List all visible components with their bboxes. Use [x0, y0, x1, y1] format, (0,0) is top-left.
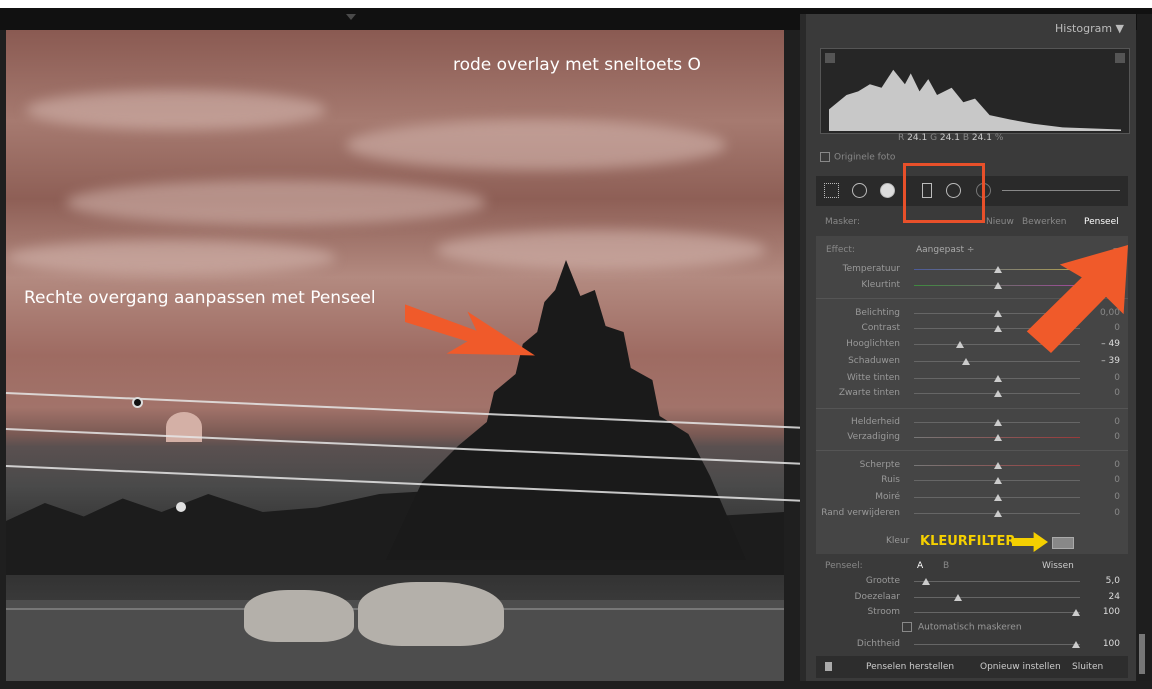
slider-stroom[interactable]: Stroom 100	[816, 607, 1128, 619]
color-swatch[interactable]	[1052, 537, 1074, 549]
color-filter-annotation: KLEURFILTER	[920, 534, 1016, 549]
mask-new-button[interactable]: Nieuw	[986, 217, 1014, 227]
photo-canvas[interactable]	[6, 30, 784, 681]
checkbox-icon[interactable]	[820, 152, 830, 162]
slider-dichtheid[interactable]: Dichtheid 100	[816, 639, 1128, 651]
slider-knob[interactable]	[1072, 641, 1080, 648]
close-button[interactable]: Sluiten	[1072, 662, 1103, 672]
slider-verzadiging[interactable]: Verzadiging 0	[816, 432, 1128, 444]
panel-scrollbar[interactable]	[1137, 14, 1152, 681]
auto-mask-toggle[interactable]: Automatisch maskeren	[902, 622, 1022, 633]
slider-knob[interactable]	[994, 390, 1002, 397]
slider-contrast[interactable]: Contrast 0	[816, 323, 1128, 335]
slider-knob[interactable]	[994, 325, 1002, 332]
slider-track[interactable]	[914, 612, 1080, 613]
slider-knob[interactable]	[956, 341, 964, 348]
highlight-clip-icon[interactable]	[1115, 53, 1125, 63]
slider-hooglichten[interactable]: Hooglichten – 49	[816, 339, 1128, 351]
cloud	[66, 180, 486, 225]
slider-moire[interactable]: Moiré 0	[816, 492, 1128, 504]
slider-schaduwen[interactable]: Schaduwen – 39	[816, 356, 1128, 368]
histogram-title[interactable]: Histogram ▼	[1055, 22, 1124, 35]
slider-knob[interactable]	[994, 494, 1002, 501]
slider-scherpte[interactable]: Scherpte 0	[816, 460, 1128, 472]
tool-strip-line	[1002, 190, 1120, 191]
divider	[816, 408, 1128, 409]
cow	[244, 590, 354, 642]
histogram	[820, 48, 1130, 134]
histogram-graph	[829, 69, 1121, 131]
slider-knob[interactable]	[994, 282, 1002, 289]
reset-brushes-button[interactable]: Penselen herstellen	[866, 662, 954, 672]
original-photo-toggle[interactable]: Originele foto	[820, 152, 895, 163]
slider-knob[interactable]	[994, 419, 1002, 426]
effect-dropdown[interactable]: Aangepast ÷	[916, 245, 974, 255]
slider-knob[interactable]	[962, 358, 970, 365]
gradient-pin[interactable]	[132, 397, 143, 408]
slider-track[interactable]	[914, 361, 1080, 362]
slider-track[interactable]	[914, 644, 1080, 645]
crop-grid-icon[interactable]	[824, 183, 839, 198]
slider-knob[interactable]	[994, 310, 1002, 317]
divider	[816, 450, 1128, 451]
cloud	[346, 120, 726, 170]
toggle-switch-icon[interactable]	[825, 662, 832, 671]
brush-a-button[interactable]: A	[917, 561, 923, 571]
slider-knob[interactable]	[994, 375, 1002, 382]
slider-knob[interactable]	[994, 462, 1002, 469]
shadow-clip-icon[interactable]	[825, 53, 835, 63]
slider-knob[interactable]	[994, 510, 1002, 517]
mask-label: Masker:	[825, 217, 860, 227]
highlight-box	[903, 163, 985, 223]
slider-knob[interactable]	[994, 434, 1002, 441]
slider-knob[interactable]	[994, 266, 1002, 273]
slider-track[interactable]	[914, 597, 1080, 598]
red-eye-icon[interactable]	[880, 183, 895, 198]
gradient-caption: Rechte overgang aanpassen met Penseel	[24, 288, 376, 308]
reset-button[interactable]: Opnieuw instellen	[980, 662, 1061, 672]
slider-grootte[interactable]: Grootte 5,0	[816, 576, 1128, 588]
slider-knob[interactable]	[954, 594, 962, 601]
slider-ruis[interactable]: Ruis 0	[816, 475, 1128, 487]
cloud	[436, 230, 766, 270]
slider-rand-verwijderen[interactable]: Rand verwijderen 0	[816, 508, 1128, 520]
cloud	[6, 240, 336, 275]
mask-pin[interactable]	[176, 502, 186, 512]
brush-erase-button[interactable]: Wissen	[1042, 561, 1074, 571]
mask-edit-button[interactable]: Bewerken	[1022, 217, 1066, 227]
overlay-caption: rode overlay met sneltoets O	[453, 55, 701, 75]
cloud	[26, 90, 326, 130]
collapse-triangle-icon[interactable]	[346, 14, 356, 20]
slider-track[interactable]	[914, 581, 1080, 582]
slider-knob[interactable]	[1072, 609, 1080, 616]
effect-label: Effect:	[826, 245, 855, 255]
checkbox-icon[interactable]	[902, 622, 912, 632]
slider-helderheid[interactable]: Helderheid 0	[816, 417, 1128, 429]
mask-brush-button[interactable]: Penseel	[1084, 217, 1119, 227]
slider-doezelaar[interactable]: Doezelaar 24	[816, 592, 1128, 604]
brush-label: Penseel:	[825, 561, 863, 571]
brush-b-button[interactable]: B	[943, 561, 949, 571]
slider-zwarte-tinten[interactable]: Zwarte tinten 0	[816, 388, 1128, 400]
scrollbar-thumb[interactable]	[1139, 634, 1145, 674]
slider-knob[interactable]	[994, 477, 1002, 484]
rgb-readout: R 24.1 G 24.1 B 24.1 %	[898, 133, 1004, 143]
slider-knob[interactable]	[922, 578, 930, 585]
color-label: Kleur	[886, 536, 910, 546]
spot-removal-icon[interactable]	[852, 183, 867, 198]
cow	[358, 582, 504, 646]
slider-witte-tinten[interactable]: Witte tinten 0	[816, 373, 1128, 385]
